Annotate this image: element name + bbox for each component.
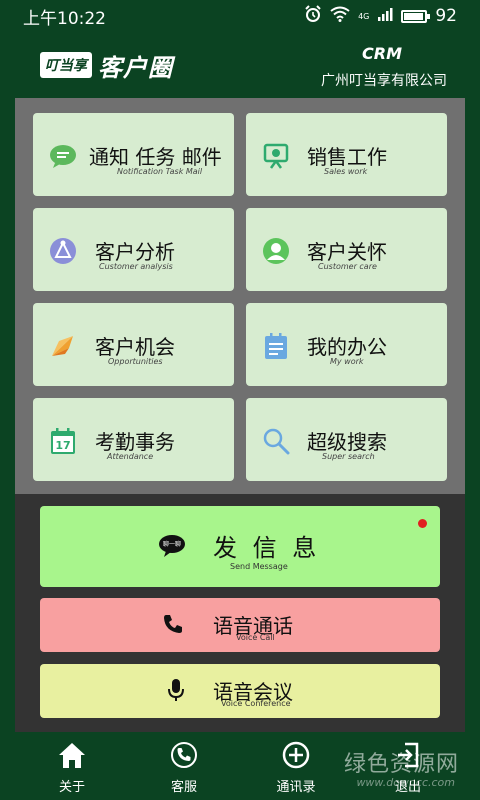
tile-title: 客户关怀 xyxy=(307,240,387,264)
user-icon xyxy=(262,237,290,265)
tab-customer-service[interactable]: 客服 xyxy=(139,732,229,800)
voice-conference-button[interactable]: 语音会议 Voice Conference xyxy=(40,664,440,718)
tile-subtitle: Attendance xyxy=(107,452,154,461)
tile-title: 考勤事务 xyxy=(95,430,175,454)
chat-bubble-icon xyxy=(49,142,77,170)
tile-subtitle: Customer analysis xyxy=(99,262,173,271)
clipboard-icon xyxy=(262,332,290,360)
network-type: 4G xyxy=(358,11,370,21)
tab-label: 通讯录 xyxy=(276,780,316,795)
search-icon xyxy=(262,427,290,455)
tile-customer-analysis[interactable]: 客户分析 Customer analysis xyxy=(33,208,234,291)
analysis-icon xyxy=(49,237,77,265)
company-name: 广州叮当享有限公司 xyxy=(321,73,447,89)
tile-title: 我的办公 xyxy=(307,335,387,359)
tile-subtitle: Customer care xyxy=(318,262,377,271)
message-badge-text: 聊一聊 xyxy=(162,541,181,548)
logo-badge: 叮当享 xyxy=(40,52,92,78)
alarm-icon xyxy=(304,4,322,28)
send-message-button[interactable]: 聊一聊 发 信 息 Send Message xyxy=(40,506,440,587)
message-bubble-icon: 聊一聊 xyxy=(158,533,186,559)
unread-dot xyxy=(418,519,427,528)
tab-label: 客服 xyxy=(170,780,197,795)
tile-attendance[interactable]: 17 考勤事务 Attendance xyxy=(33,398,234,481)
status-time: 上午10:22 xyxy=(23,8,106,29)
calendar-icon: 17 xyxy=(49,427,77,455)
crm-title: CRM xyxy=(362,44,402,63)
battery-icon xyxy=(401,9,431,23)
tab-about[interactable]: 关于 xyxy=(27,732,117,800)
tile-subtitle: Sales work xyxy=(324,167,368,176)
send-message-title: 发 信 息 xyxy=(213,534,321,562)
action-area: 聊一聊 发 信 息 Send Message 语音通话 Voice Call 语… xyxy=(15,494,465,732)
tile-opportunities[interactable]: 客户机会 Opportunities xyxy=(33,303,234,386)
signal-icon xyxy=(377,6,393,27)
home-icon xyxy=(57,740,87,770)
tile-title: 通知 任务 邮件 xyxy=(89,145,222,169)
tile-title: 销售工作 xyxy=(307,145,387,169)
app-header: 叮当享 客户圈 CRM 广州叮当享有限公司 xyxy=(15,32,465,98)
svg-text:17: 17 xyxy=(55,439,70,452)
voice-call-subtitle: Voice Call xyxy=(236,633,275,642)
status-bar: 上午10:22 4G 92 xyxy=(15,0,465,32)
plus-circle-icon xyxy=(281,740,311,770)
voice-call-button[interactable]: 语音通话 Voice Call xyxy=(40,598,440,652)
tile-super-search[interactable]: 超级搜索 Super search xyxy=(246,398,447,481)
app-frame: 上午10:22 4G 92 叮当享 客户圈 CRM 广州叮当享有限公司 通知 任… xyxy=(15,0,465,800)
battery-level: 92 xyxy=(435,6,457,26)
tile-my-work[interactable]: 我的办公 My work xyxy=(246,303,447,386)
microphone-icon xyxy=(164,678,188,702)
voice-conference-subtitle: Voice Conference xyxy=(221,699,291,708)
presentation-icon xyxy=(262,142,290,170)
tab-label: 关于 xyxy=(58,780,85,795)
tile-notification-task-mail[interactable]: 通知 任务 邮件 Notification Task Mail xyxy=(33,113,234,196)
tile-customer-care[interactable]: 客户关怀 Customer care xyxy=(246,208,447,291)
send-message-subtitle: Send Message xyxy=(230,562,288,571)
tile-subtitle: Notification Task Mail xyxy=(117,167,203,176)
opportunity-icon xyxy=(49,332,77,360)
wifi-icon xyxy=(330,6,350,27)
tab-label: 退出 xyxy=(394,780,421,795)
tile-title: 客户分析 xyxy=(95,240,175,264)
app-name: 客户圈 xyxy=(98,54,173,82)
battery-fill xyxy=(404,12,423,20)
exit-icon xyxy=(393,740,423,770)
tile-title: 客户机会 xyxy=(95,335,175,359)
tile-subtitle: Opportunities xyxy=(108,357,163,366)
tile-subtitle: My work xyxy=(330,357,364,366)
tile-sales-work[interactable]: 销售工作 Sales work xyxy=(246,113,447,196)
phone-icon xyxy=(161,612,185,636)
tab-logout[interactable]: 退出 xyxy=(363,732,453,800)
tile-subtitle: Super search xyxy=(322,452,375,461)
feature-grid: 通知 任务 邮件 Notification Task Mail 销售工作 Sal… xyxy=(15,98,465,494)
tab-contacts[interactable]: 通讯录 xyxy=(251,732,341,800)
status-icons: 4G 92 xyxy=(304,4,457,28)
service-phone-icon xyxy=(169,740,199,770)
tile-title: 超级搜索 xyxy=(307,430,387,454)
bottom-tab-bar: 关于 客服 通讯录 退出 xyxy=(15,732,465,800)
